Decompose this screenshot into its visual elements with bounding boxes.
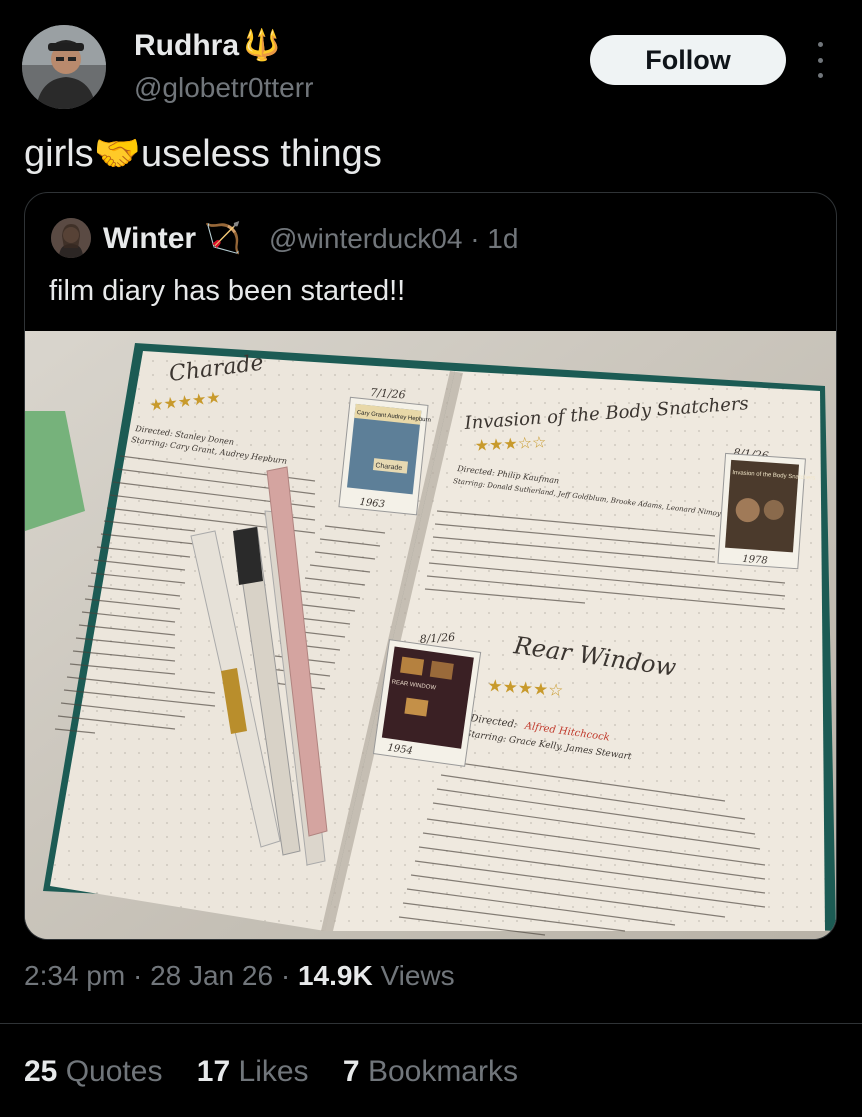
quoted-avatar-photo bbox=[51, 218, 91, 258]
rear-window-date: 8/1/26 bbox=[419, 631, 455, 646]
rear-window-poster: REAR WINDOW 1954 bbox=[372, 639, 482, 767]
quoted-photo[interactable]: Charade ★★★★★ 7/1/26 Directed: Stanley D… bbox=[25, 331, 836, 939]
author-handle[interactable]: @globetr0tterr bbox=[134, 72, 313, 104]
quoted-handle[interactable]: @winterduck04 bbox=[269, 223, 462, 254]
quoted-text: film diary has been started!! bbox=[49, 275, 406, 307]
charade-poster: Cary Grant Audrey Hepburn Charade 1963 bbox=[338, 396, 431, 516]
divider bbox=[0, 1023, 862, 1024]
bow-emoji-icon: 🏹 bbox=[204, 222, 242, 255]
likes-link[interactable]: 17 Likes bbox=[197, 1055, 309, 1088]
svg-text:1978: 1978 bbox=[742, 554, 768, 567]
quoted-meta: @winterduck04 · 1d bbox=[269, 223, 519, 254]
author-display-name[interactable]: Rudhra 🔱 bbox=[134, 28, 280, 63]
tweet-text: girls🤝useless things bbox=[24, 133, 382, 175]
follow-button[interactable]: Follow bbox=[590, 35, 786, 85]
engagement-stats: 25 Quotes 17 Likes 7 Bookmarks bbox=[24, 1055, 544, 1089]
handshake-emoji-icon: 🤝 bbox=[93, 133, 142, 175]
quoted-author-avatar[interactable] bbox=[51, 218, 91, 258]
bookmarks-link[interactable]: 7 Bookmarks bbox=[343, 1055, 518, 1088]
quoted-tweet-card[interactable]: Winter 🏹 @winterduck04 · 1d film diary h… bbox=[24, 192, 837, 940]
charade-date: 7/1/26 bbox=[370, 386, 406, 401]
quoted-age[interactable]: 1d bbox=[487, 223, 518, 254]
author-avatar[interactable] bbox=[22, 25, 106, 109]
quoted-display-name[interactable]: Winter 🏹 bbox=[103, 221, 242, 256]
views-label: Views bbox=[380, 960, 455, 991]
views-count: 14.9K bbox=[297, 960, 373, 991]
trident-emoji-icon: 🔱 bbox=[243, 29, 281, 62]
quotes-link[interactable]: 25 Quotes bbox=[24, 1055, 162, 1088]
film-diary-photo: Charade ★★★★★ 7/1/26 Directed: Stanley D… bbox=[25, 331, 836, 939]
more-options-icon[interactable] bbox=[810, 42, 830, 78]
tweet-timestamp[interactable]: 2:34 pm · 28 Jan 26 · 14.9K Views bbox=[24, 960, 455, 992]
avatar-photo bbox=[22, 25, 106, 109]
